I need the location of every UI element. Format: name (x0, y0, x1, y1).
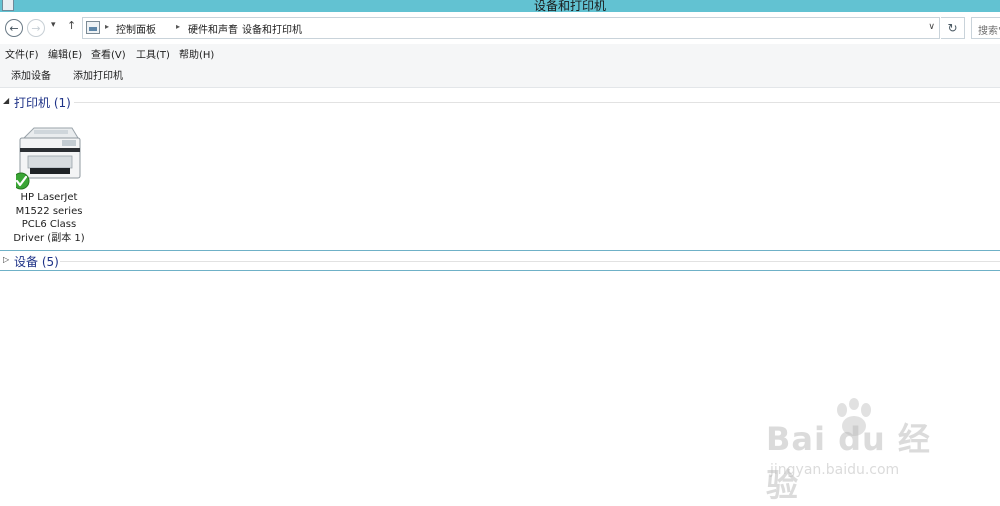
breadcrumb-control-panel[interactable]: 控制面板 (116, 21, 156, 36)
baidu-watermark: Bai du 经验 jingyan.baidu.com (762, 396, 962, 504)
menu-tools[interactable]: 工具(T) (136, 46, 170, 61)
menu-file[interactable]: 文件(F) (5, 46, 39, 61)
back-arrow-icon: ← (9, 21, 19, 35)
breadcrumb-separator[interactable]: ▸ (176, 22, 180, 31)
expand-triangle-icon[interactable]: ▷ (3, 255, 9, 264)
group-divider (60, 261, 1000, 262)
forward-button[interactable]: → (27, 19, 45, 37)
group-divider (74, 102, 1000, 103)
printer-name-line: PCL6 Class (21, 219, 77, 230)
group-label-printers: 打印机 (1) (14, 96, 71, 110)
printer-icon (16, 127, 81, 190)
search-input[interactable]: 搜索" (971, 17, 1000, 39)
address-dropdown-icon[interactable]: ∨ (928, 22, 935, 32)
watermark-logo-text: Bai du 经验 (766, 420, 931, 504)
selection-line (0, 250, 1000, 251)
menu-help[interactable]: 帮助(H) (179, 46, 214, 61)
menu-edit[interactable]: 编辑(E) (48, 46, 82, 61)
group-header-devices[interactable]: ▷ 设备 (5) (0, 252, 1000, 270)
menu-bar: 文件(F) 编辑(E) 查看(V) 工具(T) 帮助(H) (0, 44, 1000, 62)
selection-line (0, 270, 1000, 271)
recent-locations-button[interactable]: ▾ (51, 20, 56, 30)
back-button[interactable]: ← (5, 19, 23, 37)
refresh-icon: ↻ (947, 21, 958, 35)
printer-name-line: Driver (副本 1) (13, 232, 85, 244)
watermark-url: jingyan.baidu.com (770, 462, 900, 478)
breadcrumb-devices-printers[interactable]: 设备和打印机 (242, 21, 302, 36)
up-button[interactable]: ↑ (67, 19, 76, 32)
search-placeholder: 搜索" (978, 26, 1000, 37)
breadcrumb-separator: ▸ (105, 22, 110, 31)
command-bar: 添加设备 添加打印机 (0, 62, 1000, 88)
forward-arrow-icon: → (31, 21, 41, 35)
group-header-printers[interactable]: ◢ 打印机 (1) (0, 93, 1000, 111)
printer-name: HP LaserJet M1522 series PCL6 Class Driv… (6, 191, 92, 245)
menu-view[interactable]: 查看(V) (91, 46, 126, 61)
printer-item[interactable]: HP LaserJet M1522 series PCL6 Class Driv… (6, 120, 92, 248)
printer-name-line: HP LaserJet (20, 192, 78, 203)
title-bar: 设备和打印机 (0, 0, 1000, 13)
breadcrumb-separator[interactable]: ▸ (230, 22, 234, 31)
address-bar[interactable]: ▸ 控制面板 ▸ 硬件和声音 ▸ 设备和打印机 ∨ (82, 17, 940, 39)
group-label-devices: 设备 (5) (14, 255, 59, 269)
navigation-bar: ← → ▾ ↑ ▸ 控制面板 ▸ 硬件和声音 ▸ 设备和打印机 ∨ ↻ 搜索" (0, 12, 1000, 44)
add-printer-button[interactable]: 添加打印机 (73, 67, 123, 82)
refresh-button[interactable]: ↻ (941, 17, 965, 39)
control-panel-icon (86, 21, 100, 34)
collapse-triangle-icon[interactable]: ◢ (3, 96, 9, 105)
add-device-button[interactable]: 添加设备 (11, 67, 51, 82)
printer-name-line: M1522 series (15, 205, 83, 217)
